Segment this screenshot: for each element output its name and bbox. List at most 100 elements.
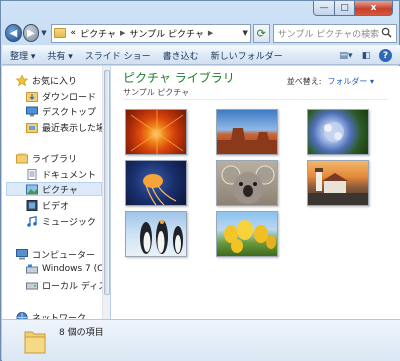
scrollbar-thumb[interactable] — [104, 70, 110, 295]
lighthouse-image — [308, 168, 368, 205]
address-row: ◀ ▶ ▼ « ピクチャ ▶ サンプル ピクチャ ▶ ▼ ⟳ サンプル ピクチャ… — [5, 21, 398, 45]
folder-icon — [53, 28, 66, 38]
nav-network[interactable]: ネットワーク — [16, 310, 102, 319]
thumbnail-flower[interactable] — [125, 109, 187, 155]
address-bar[interactable]: « ピクチャ ▶ サンプル ピクチャ ▶ ▼ — [50, 23, 251, 43]
nav-local-disk[interactable]: ローカル ディスク — [26, 278, 102, 292]
nav-label: コンピューター — [32, 250, 96, 261]
content-pane: ピクチャ ライブラリ サンプル ピクチャ 並べ替え: フォルダー ▾ — [111, 66, 400, 319]
nav-label: Windows 7 (C:) — [42, 264, 102, 274]
jellyfish-image — [143, 174, 177, 205]
desktop-icon — [26, 106, 38, 116]
thumbnail-hydrangeas[interactable] — [307, 109, 369, 155]
thumbnail-koala[interactable] — [216, 160, 278, 206]
nav-documents[interactable]: ドキュメント — [26, 167, 102, 181]
new-folder-button[interactable]: 新しいフォルダー — [211, 49, 283, 62]
nav-label: 最近表示した場所 — [42, 123, 102, 134]
nav-downloads[interactable]: ダウンロード — [26, 89, 102, 103]
network-icon — [16, 311, 28, 319]
nav-music[interactable]: ミュージック — [26, 214, 102, 228]
nav-recent-places[interactable]: 最近表示した場所 — [26, 120, 102, 134]
nav-label: ローカル ディスク — [42, 281, 102, 292]
computer-icon — [16, 248, 28, 259]
details-pane: 8 個の項目 — [2, 319, 400, 361]
nav-desktop[interactable]: デスクトップ — [26, 104, 102, 118]
item-count: 8 個の項目 — [59, 328, 104, 338]
arrange-by[interactable]: 並べ替え: フォルダー ▾ — [287, 76, 374, 87]
explorer-window: — □ x ◀ ▶ ▼ « ピクチャ ▶ サンプル ピクチャ ▶ ▼ ⟳ サンプ… — [0, 0, 400, 361]
nav-label: ネットワーク — [32, 313, 87, 320]
header-divider — [123, 99, 388, 100]
command-bar: 整理 ▾ 共有 ▾ スライド ショー 書き込む 新しいフォルダー ▤▾ ◧ ? — [2, 45, 400, 65]
search-placeholder: サンプル ピクチャの検索 — [277, 29, 380, 40]
organize-button[interactable]: 整理 ▾ — [10, 49, 35, 62]
pictures-icon — [26, 184, 38, 194]
forward-button[interactable]: ▶ — [22, 24, 40, 42]
koala-image — [221, 165, 275, 204]
drive-icon — [26, 264, 38, 273]
navigation-scrollbar[interactable] — [102, 66, 110, 319]
breadcrumb-sample-pictures[interactable]: サンプル ピクチャ — [127, 27, 206, 40]
drive-icon — [26, 282, 38, 289]
hydrangeas-image — [324, 122, 344, 142]
library-subtitle: サンプル ピクチャ — [123, 88, 190, 97]
minimize-button[interactable]: — — [313, 1, 335, 16]
recent-places-icon — [26, 122, 38, 133]
burn-button[interactable]: 書き込む — [163, 49, 199, 62]
caption-buttons: — □ x — [313, 1, 393, 16]
back-arrow-icon: ◀ — [9, 27, 18, 39]
libraries-icon — [16, 153, 28, 163]
nav-drive-c[interactable]: Windows 7 (C:) — [26, 262, 102, 276]
videos-icon — [26, 199, 38, 211]
tulips-image — [224, 220, 276, 253]
folder-icon — [24, 331, 46, 354]
arrange-label: 並べ替え: — [286, 77, 322, 86]
nav-label: ビデオ — [42, 201, 70, 212]
penguins-image — [140, 220, 183, 254]
forward-arrow-icon: ▶ — [27, 27, 35, 39]
slideshow-button[interactable]: スライド ショー — [85, 49, 151, 62]
preview-pane-icon[interactable]: ◧ — [359, 49, 373, 62]
view-options-icon[interactable]: ▤▾ — [339, 49, 353, 62]
command-bar-right: ▤▾ ◧ ? — [339, 49, 392, 62]
nav-computer[interactable]: コンピューター — [16, 247, 102, 261]
breadcrumb-separator-icon[interactable]: ▶ — [118, 29, 127, 37]
recent-pages-dropdown[interactable]: ▼ — [39, 29, 48, 37]
share-button[interactable]: 共有 ▾ — [47, 49, 72, 62]
search-input[interactable]: サンプル ピクチャの検索 — [272, 23, 398, 43]
close-button[interactable]: x — [355, 1, 393, 16]
thumbnail-desert[interactable] — [216, 109, 278, 155]
desert-image — [217, 128, 277, 154]
maximize-button[interactable]: □ — [335, 1, 355, 16]
documents-icon — [27, 168, 37, 180]
nav-videos[interactable]: ビデオ — [26, 198, 102, 212]
thumbnail-jellyfish[interactable] — [125, 160, 187, 206]
refresh-icon: ⟳ — [256, 26, 266, 40]
nav-pictures[interactable]: ピクチャ — [6, 182, 102, 196]
nav-label: デスクトップ — [42, 107, 97, 118]
thumbnail-lighthouse[interactable] — [307, 160, 369, 206]
nav-label: ダウンロード — [42, 92, 97, 103]
address-dropdown-icon[interactable]: ▼ — [243, 29, 248, 37]
breadcrumb-separator-icon[interactable]: ▶ — [206, 29, 215, 37]
search-icon[interactable] — [381, 27, 392, 38]
back-button[interactable]: ◀ — [5, 24, 22, 42]
breadcrumb-overflow[interactable]: « — [69, 28, 79, 38]
refresh-button[interactable]: ⟳ — [252, 23, 270, 43]
breadcrumb-pictures[interactable]: ピクチャ — [78, 27, 118, 40]
nav-label: ドキュメント — [42, 170, 97, 181]
library-title: ピクチャ ライブラリ — [123, 71, 235, 85]
flower-image — [130, 110, 184, 154]
nav-libraries[interactable]: ライブラリ — [16, 151, 102, 165]
star-icon — [16, 74, 28, 86]
help-icon[interactable]: ? — [379, 49, 392, 62]
thumbnail-tulips[interactable] — [216, 211, 278, 257]
thumbnail-penguins[interactable] — [125, 211, 187, 257]
arrange-dropdown[interactable]: フォルダー ▾ — [327, 77, 374, 86]
nav-label: ライブラリ — [32, 154, 78, 165]
downloads-folder-icon — [26, 91, 38, 102]
nav-label: お気に入り — [32, 76, 78, 87]
nav-label: ピクチャ — [42, 185, 78, 196]
nav-favorites[interactable]: お気に入り — [16, 73, 102, 87]
nav-label: ミュージック — [42, 217, 96, 228]
